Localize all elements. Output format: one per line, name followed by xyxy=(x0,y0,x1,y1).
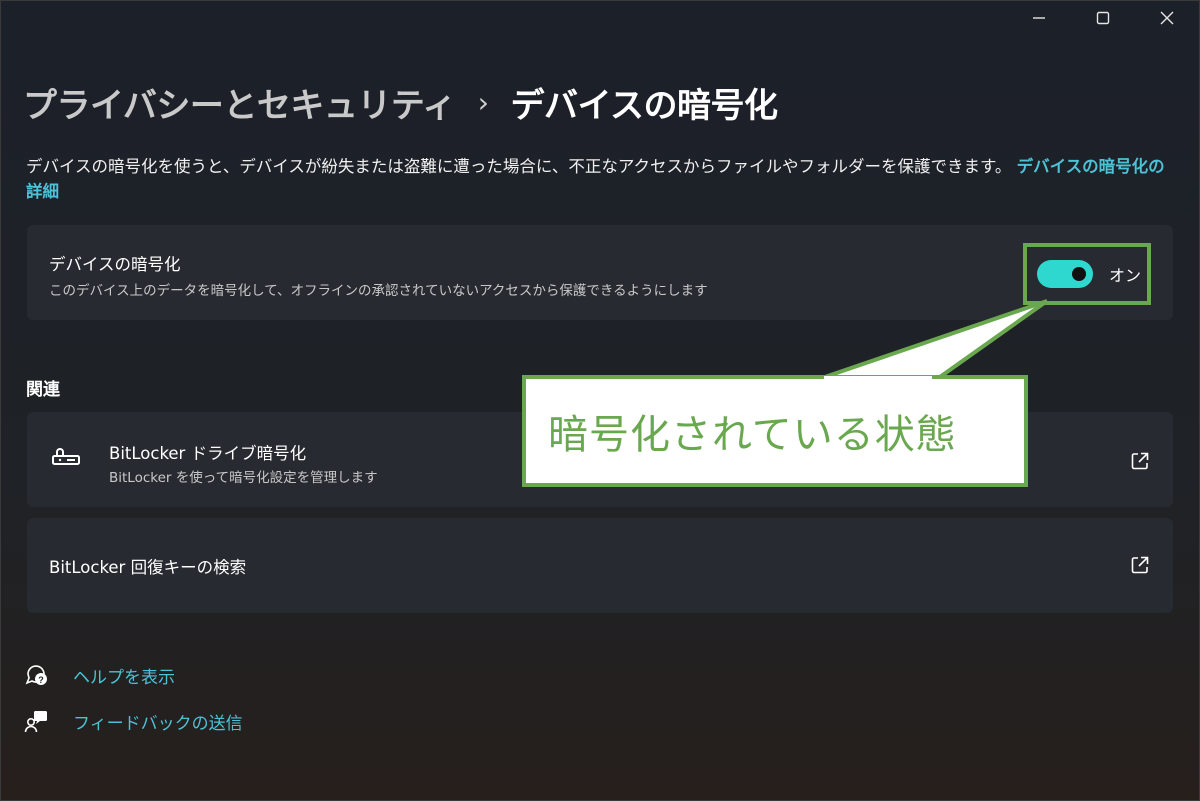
help-chat-icon: ? xyxy=(23,661,51,689)
intro-text: デバイスの暗号化を使うと、デバイスが紛失または盗難に遭った場合に、不正なアクセス… xyxy=(26,157,1012,176)
bitlocker-key-icon xyxy=(52,448,80,465)
external-link-icon[interactable] xyxy=(1129,450,1151,472)
feedback-icon xyxy=(23,707,51,735)
related-heading: 関連 xyxy=(26,380,60,400)
feedback-label: フィードバックの送信 xyxy=(73,713,243,734)
device-encryption-title: デバイスの暗号化 xyxy=(49,255,181,274)
bitlocker-subtitle: BitLocker を使って暗号化設定を管理します xyxy=(109,470,378,486)
svg-text:?: ? xyxy=(38,675,44,685)
toggle-highlight-box: オン xyxy=(1023,243,1151,305)
help-label: ヘルプを表示 xyxy=(73,667,175,688)
breadcrumb-parent[interactable]: プライバシーとセキュリティ xyxy=(23,78,456,127)
recovery-key-title: BitLocker 回復キーの検索 xyxy=(49,558,247,577)
external-link-icon[interactable] xyxy=(1129,554,1151,576)
bitlocker-recovery-key-card[interactable]: BitLocker 回復キーの検索 xyxy=(27,518,1173,613)
help-link[interactable]: ? ヘルプを表示 xyxy=(23,661,175,689)
toggle-state-label: オン xyxy=(1109,266,1142,285)
breadcrumb-separator: › xyxy=(477,85,489,119)
maximize-button[interactable] xyxy=(1071,1,1135,35)
close-button[interactable] xyxy=(1135,1,1199,35)
close-icon xyxy=(1160,11,1174,25)
bitlocker-title: BitLocker ドライブ暗号化 xyxy=(109,444,307,463)
device-encryption-card: デバイスの暗号化 このデバイス上のデータを暗号化して、オフラインの承認されていな… xyxy=(27,225,1173,320)
feedback-link[interactable]: フィードバックの送信 xyxy=(23,707,243,735)
window-controls xyxy=(1007,1,1199,37)
callout-text: 暗号化されている状態 xyxy=(548,412,957,458)
page-title: デバイスの暗号化 xyxy=(510,85,778,126)
minimize-button[interactable] xyxy=(1007,1,1071,35)
breadcrumb: プライバシーとセキュリティ › デバイスの暗号化 xyxy=(23,77,778,127)
maximize-icon xyxy=(1096,11,1110,25)
device-encryption-toggle[interactable] xyxy=(1037,260,1093,288)
minimize-icon xyxy=(1033,17,1045,19)
intro-description: デバイスの暗号化を使うと、デバイスが紛失または盗難に遭った場合に、不正なアクセス… xyxy=(26,154,1176,204)
toggle-knob xyxy=(1072,267,1086,281)
device-encryption-subtitle: このデバイス上のデータを暗号化して、オフラインの承認されていないアクセスから保護… xyxy=(49,283,708,299)
annotation-callout: 暗号化されている状態 xyxy=(522,375,1028,487)
